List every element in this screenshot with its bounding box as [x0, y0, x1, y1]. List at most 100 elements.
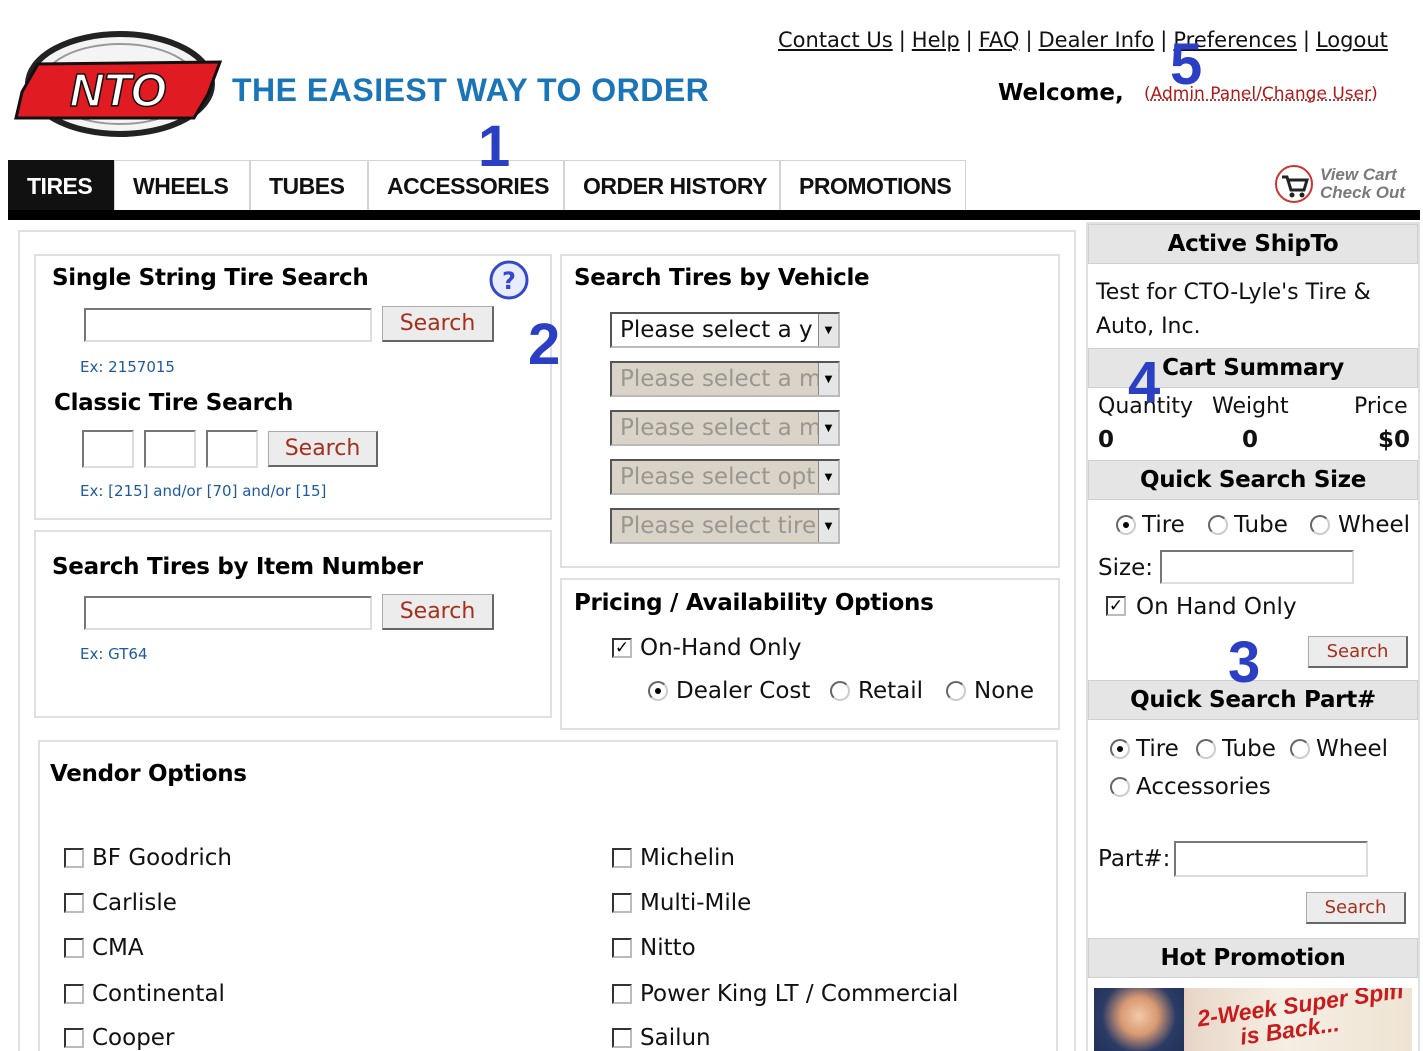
tab-tires[interactable]: TIRES	[8, 160, 114, 212]
view-cart-label: View Cart	[1320, 165, 1397, 184]
quick-size-tube-radio[interactable]	[1208, 515, 1228, 535]
annotation-1: 1	[478, 114, 511, 179]
logout-link[interactable]: Logout	[1316, 28, 1388, 52]
vendor-checkbox-cma[interactable]	[64, 938, 84, 958]
tab-order-history[interactable]: ORDER HISTORY	[564, 160, 780, 212]
promotion-banner[interactable]: 2-Week Super Spiff is Back...	[1094, 988, 1412, 1051]
cart-weight-header: Weight	[1212, 394, 1289, 419]
cart-weight-value: 0	[1242, 427, 1259, 453]
option-select-value: Please select opt	[620, 464, 816, 490]
part-input[interactable]	[1174, 841, 1368, 877]
classic-width-input[interactable]	[82, 430, 134, 468]
quick-part-wheel-radio[interactable]	[1290, 739, 1310, 759]
retail-label: Retail	[858, 678, 923, 704]
active-shipto-header: Active ShipTo	[1088, 224, 1418, 264]
quick-size-search-button[interactable]: Search	[1308, 636, 1408, 668]
vendor-checkbox-continental[interactable]	[64, 984, 84, 1004]
admin-panel-link[interactable]: Admin Panel	[1151, 84, 1256, 104]
vendor-checkbox-multi-mile[interactable]	[612, 893, 632, 913]
part-label: Part#:	[1098, 846, 1171, 872]
make-select-value: Please select a m	[620, 366, 822, 392]
tire-search-panel	[34, 254, 552, 520]
vendor-label: Multi-Mile	[640, 890, 752, 916]
retail-radio[interactable]	[830, 681, 850, 701]
vendor-checkbox-sailun[interactable]	[612, 1028, 632, 1048]
quick-part-search-button[interactable]: Search	[1306, 892, 1406, 924]
annotation-3: 3	[1228, 630, 1261, 695]
tire-size-select[interactable]: Please select tire ▼	[610, 508, 840, 544]
check-out-label: Check Out	[1320, 183, 1406, 202]
single-search-example: Ex: 2157015	[80, 358, 175, 376]
single-search-input[interactable]	[84, 308, 372, 342]
vendor-checkbox-michelin[interactable]	[612, 848, 632, 868]
hot-promotion-header: Hot Promotion	[1088, 938, 1418, 978]
vendor-checkbox-cooper[interactable]	[64, 1028, 84, 1048]
quick-size-on-hand-label: On Hand Only	[1136, 594, 1297, 620]
cart-quantity-value: 0	[1098, 427, 1115, 453]
promo-headline: 2-Week Super Spiff is Back...	[1196, 988, 1409, 1051]
vendor-checkbox-carlisle[interactable]	[64, 893, 84, 913]
vendor-label: BF Goodrich	[92, 845, 232, 871]
model-select[interactable]: Please select a m ▼	[610, 410, 840, 446]
vendor-label: Cooper	[92, 1025, 175, 1051]
tab-promotions[interactable]: PROMOTIONS	[780, 160, 966, 212]
shipto-address: Test for CTO-Lyle's Tire & Auto, Inc.	[1096, 276, 1371, 344]
dealer-cost-radio[interactable]	[648, 681, 668, 701]
quick-size-wheel-label: Wheel	[1338, 512, 1411, 538]
annotation-2: 2	[528, 312, 561, 377]
welcome-text: Welcome,	[998, 80, 1124, 106]
single-search-button[interactable]: Search	[382, 306, 494, 342]
help-link[interactable]: Help	[912, 28, 960, 52]
item-search-input[interactable]	[84, 596, 372, 630]
vendor-checkbox-nitto[interactable]	[612, 938, 632, 958]
cart-labels: View Cart Check Out	[1320, 166, 1405, 202]
faq-link[interactable]: FAQ	[979, 28, 1020, 52]
year-select[interactable]: Please select a y ▼	[610, 312, 840, 348]
quick-size-wheel-radio[interactable]	[1310, 515, 1330, 535]
quick-part-tire-radio[interactable]	[1110, 739, 1130, 759]
vendor-label: Nitto	[640, 935, 696, 961]
paren-open: (	[1144, 84, 1151, 104]
shipto-line1: Test for CTO-Lyle's Tire &	[1096, 280, 1371, 305]
pricing-title: Pricing / Availability Options	[574, 590, 934, 616]
vendor-checkbox-power-king[interactable]	[612, 984, 632, 1004]
classic-ratio-input[interactable]	[144, 430, 196, 468]
nto-logo[interactable]: NTO	[12, 22, 224, 142]
quick-size-tire-label: Tire	[1142, 512, 1185, 538]
vendor-label: Power King LT / Commercial	[640, 981, 959, 1007]
svg-text:?: ?	[502, 267, 516, 295]
size-input[interactable]	[1160, 550, 1354, 584]
tab-accessories[interactable]: ACCESSORIES	[368, 160, 564, 212]
item-search-button[interactable]: Search	[382, 594, 494, 630]
nav-divider	[8, 210, 1420, 220]
classic-rim-input[interactable]	[206, 430, 258, 468]
quick-size-on-hand-checkbox[interactable]: ✓	[1106, 596, 1126, 616]
tire-size-select-value: Please select tire	[620, 513, 817, 539]
help-icon[interactable]: ?	[489, 260, 529, 300]
dropdown-arrow-icon: ▼	[818, 314, 838, 346]
year-select-value: Please select a y	[620, 317, 813, 343]
change-user-link[interactable]: Change User	[1262, 84, 1371, 104]
on-hand-checkbox[interactable]: ✓	[612, 638, 632, 658]
vendor-checkbox-bf-goodrich[interactable]	[64, 848, 84, 868]
contact-us-link[interactable]: Contact Us	[778, 28, 893, 52]
quick-part-accessories-radio[interactable]	[1110, 777, 1130, 797]
quick-part-tire-label: Tire	[1136, 736, 1179, 762]
single-search-title: Single String Tire Search	[52, 265, 369, 291]
none-radio[interactable]	[946, 681, 966, 701]
dealer-info-link[interactable]: Dealer Info	[1039, 28, 1155, 52]
quick-part-wheel-label: Wheel	[1316, 736, 1389, 762]
view-cart-button[interactable]: View Cart Check Out	[1272, 164, 1422, 208]
make-select[interactable]: Please select a m ▼	[610, 361, 840, 397]
quick-size-tire-radio[interactable]	[1116, 515, 1136, 535]
dealer-cost-label: Dealer Cost	[676, 678, 811, 704]
model-select-value: Please select a m	[620, 415, 822, 441]
classic-search-title: Classic Tire Search	[54, 390, 294, 416]
tab-tubes[interactable]: TUBES	[250, 160, 368, 212]
quick-part-tube-radio[interactable]	[1196, 739, 1216, 759]
option-select[interactable]: Please select opt ▼	[610, 459, 840, 495]
paren-close: )	[1371, 84, 1378, 104]
tab-wheels[interactable]: WHEELS	[114, 160, 250, 212]
vehicle-search-title: Search Tires by Vehicle	[574, 265, 870, 291]
classic-search-button[interactable]: Search	[268, 431, 378, 467]
